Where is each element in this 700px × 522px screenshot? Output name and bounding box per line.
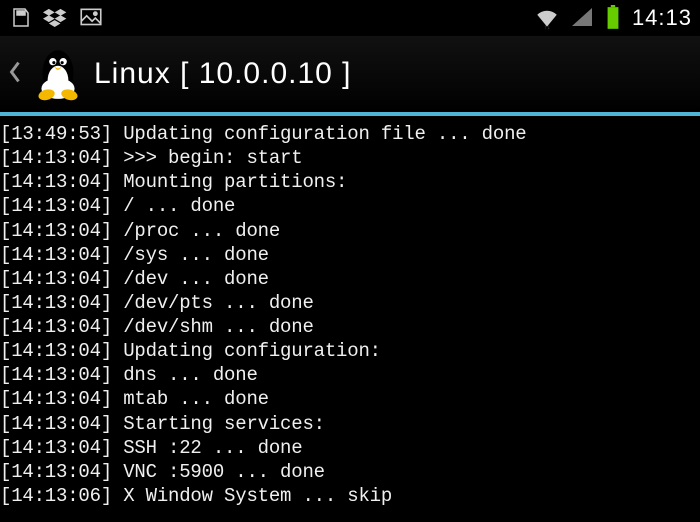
terminal-line: [14:13:04] /dev ... done — [0, 267, 700, 291]
svg-text:↑↓: ↑↓ — [544, 24, 551, 31]
cell-signal-icon — [570, 6, 594, 30]
status-left — [8, 5, 104, 31]
status-right: ↑↓ 14:13 — [534, 5, 692, 31]
terminal-line: [14:13:04] dns ... done — [0, 363, 700, 387]
terminal-output[interactable]: [13:49:53] Updating configuration file .… — [0, 116, 700, 508]
terminal-line: [14:13:04] mtab ... done — [0, 387, 700, 411]
terminal-line: [14:13:04] Starting services: — [0, 412, 700, 436]
sdcard-icon — [8, 6, 32, 30]
status-clock: 14:13 — [632, 5, 692, 31]
app-title-name: Linux — [94, 57, 171, 90]
terminal-line: [14:13:04] / ... done — [0, 194, 700, 218]
terminal-line: [14:13:04] /sys ... done — [0, 243, 700, 267]
terminal-line: [13:49:53] Updating configuration file .… — [0, 122, 700, 146]
tux-icon — [32, 43, 84, 106]
back-chevron-icon[interactable] — [8, 57, 22, 92]
terminal-line: [14:13:06] X Window System ... skip — [0, 484, 700, 508]
terminal-line: [14:13:04] /proc ... done — [0, 219, 700, 243]
terminal-line: [14:13:04] >>> begin: start — [0, 146, 700, 170]
terminal-line: [14:13:04] /dev/pts ... done — [0, 291, 700, 315]
battery-icon — [604, 5, 622, 31]
dropbox-icon — [42, 5, 68, 31]
app-title-ip: [ 10.0.0.10 ] — [180, 57, 351, 90]
app-title: Linux [ 10.0.0.10 ] — [94, 57, 352, 91]
picture-icon — [78, 5, 104, 31]
terminal-line: [14:13:04] VNC :5900 ... done — [0, 460, 700, 484]
terminal-line: [14:13:04] /dev/shm ... done — [0, 315, 700, 339]
android-status-bar: ↑↓ 14:13 — [0, 0, 700, 36]
app-header: Linux [ 10.0.0.10 ] — [0, 36, 700, 112]
wifi-icon: ↑↓ — [534, 5, 560, 31]
terminal-line: [14:13:04] SSH :22 ... done — [0, 436, 700, 460]
terminal-line: [14:13:04] Updating configuration: — [0, 339, 700, 363]
terminal-line: [14:13:04] Mounting partitions: — [0, 170, 700, 194]
